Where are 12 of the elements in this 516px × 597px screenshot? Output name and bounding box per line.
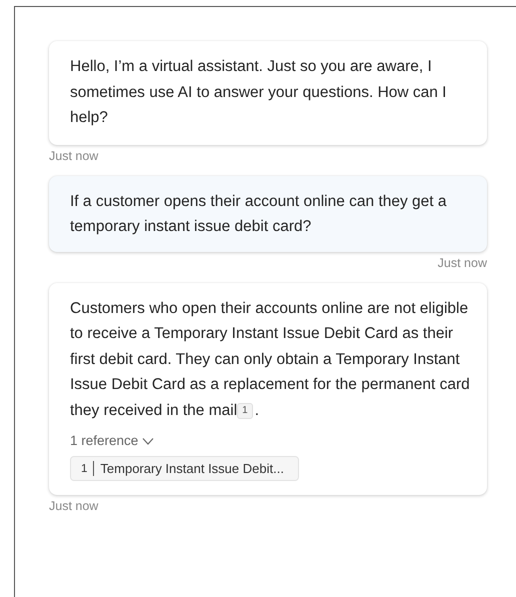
message-text: Hello, I’m a virtual assistant. Just so you are aware, I sometimes use AI to answer your questions. How can I help? (70, 57, 448, 128)
reference-number: 1 (81, 462, 88, 474)
citation-marker[interactable]: 1 (237, 402, 253, 418)
chevron-icon (142, 436, 154, 444)
timestamp: Just now (49, 499, 98, 513)
reference-title: Temporary Instant Issue Debit... (100, 461, 284, 476)
reference-chip[interactable]: 1 Temporary Instant Issue Debit... (70, 456, 299, 481)
timestamp: Just now (49, 148, 98, 162)
references-toggle[interactable]: 1 reference (70, 433, 154, 448)
message-text: Customers who open their accounts online are not eligible to receive a Temporary Instant Issue Debit Card as their first debit card. They can only obtain a Temporary Instant Issue Debit Card as a replacement for the permanent card they received in the mail 1 . (70, 298, 471, 420)
timestamp: Just now (438, 256, 487, 270)
message-text: If a customer opens their account online can they get a temporary instant issue debit card? (70, 192, 448, 237)
